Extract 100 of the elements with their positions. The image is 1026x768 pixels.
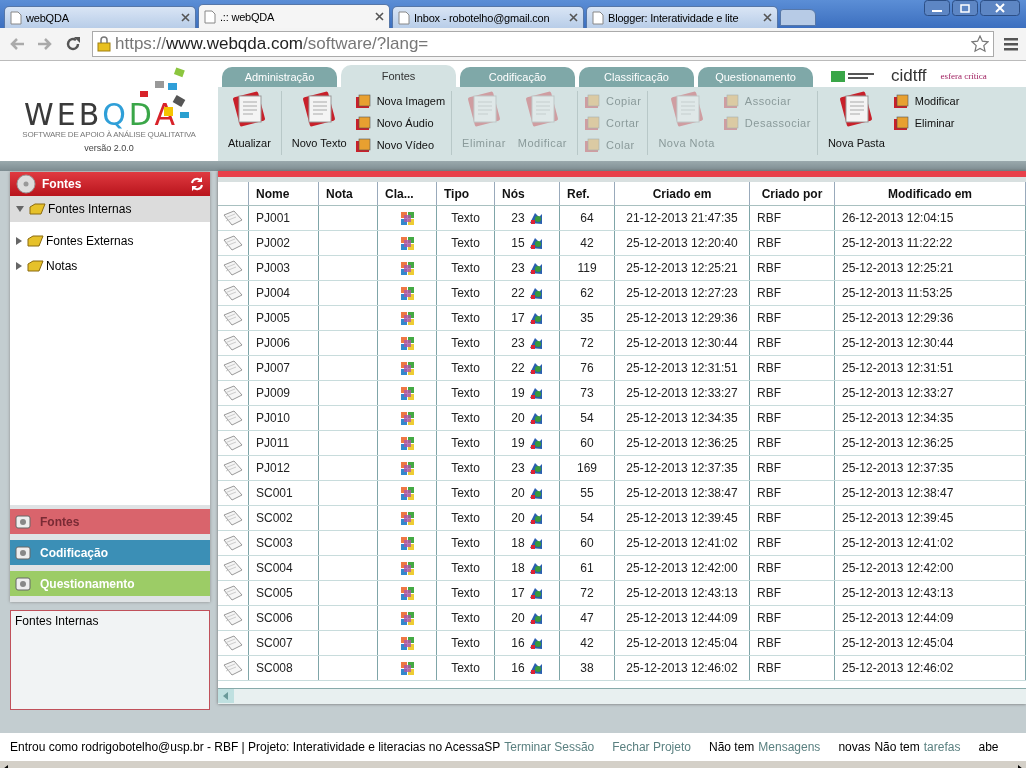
blocks-icon[interactable] [399,435,415,451]
table-cell: 35 [560,306,615,330]
nodes-icon[interactable] [528,211,543,225]
nodes-icon[interactable] [528,286,543,300]
status-link[interactable]: Terminar Sessão [504,740,595,754]
nodes-icon[interactable] [528,261,543,275]
tree-item[interactable]: Notas [10,253,210,278]
blocks-icon[interactable] [399,560,415,576]
table-cell: 20 [511,411,525,425]
nodes-icon[interactable] [528,511,543,525]
address-field[interactable]: https://www.webqda.com/software/?lang= [92,31,994,57]
table-cell: RBF [750,506,835,530]
nodes-icon[interactable] [528,536,543,550]
tree-item[interactable]: Fontes Externas [10,228,210,253]
nodes-icon[interactable] [528,661,543,675]
blocks-icon[interactable] [399,660,415,676]
column-header[interactable]: Criado em [615,182,750,205]
toolbar-button[interactable]: Atualizar [224,91,275,149]
nodes-icon[interactable] [528,361,543,375]
nodes-icon[interactable] [528,336,543,350]
toolbar-button[interactable]: Nova Imagem [354,91,446,111]
reload-icon[interactable] [64,35,82,53]
column-header[interactable]: Tipo [437,182,495,205]
nodes-icon[interactable] [528,411,543,425]
close-icon[interactable] [375,12,384,21]
nodes-icon[interactable] [528,236,543,250]
table-cell: RBF [750,606,835,630]
toolbar-button[interactable]: Nova Pasta [823,91,889,149]
minimize-icon[interactable] [924,0,950,16]
document-icon [222,234,244,252]
nodes-icon[interactable] [528,636,543,650]
logo-subtitle: SOFTWARE DE APOIO À ANÁLISE QUALITATIVA [22,130,196,139]
menu-icon[interactable] [1004,37,1018,51]
column-header[interactable]: Nome [249,182,319,205]
table-cell: 64 [560,206,615,230]
nodes-icon[interactable] [528,311,543,325]
status-link[interactable]: Mensagens [758,740,821,754]
blocks-icon[interactable] [399,585,415,601]
toolbar-button[interactable]: Novo Vídeo [354,135,446,155]
table-cell: RBF [750,356,835,380]
table-cell: 17 [511,311,525,325]
toolbar-button[interactable]: Novo Texto [287,91,351,149]
table-cell: 19 [511,436,525,450]
nodes-icon[interactable] [528,486,543,500]
blocks-icon[interactable] [399,535,415,551]
tree-item[interactable]: Fontes Internas [10,196,210,222]
toolbar-button[interactable]: Novo Áudio [354,113,446,133]
column-header[interactable]: Modificado em [835,182,1026,205]
nodes-icon[interactable] [528,611,543,625]
blocks-icon[interactable] [399,410,415,426]
status-link[interactable]: Fechar Projeto [612,740,691,754]
blocks-icon[interactable] [399,235,415,251]
column-header[interactable]: Ref. [560,182,615,205]
table-cell: SC006 [249,606,319,630]
table-cell: 119 [560,256,615,280]
table-cell: Texto [437,431,495,455]
restore-icon[interactable] [952,0,978,16]
blocks-icon[interactable] [399,610,415,626]
blocks-icon[interactable] [399,335,415,351]
blocks-icon[interactable] [399,285,415,301]
ribbon-tab[interactable]: Fontes [341,65,456,87]
refresh-icon[interactable] [190,177,204,191]
table-cell: 26-12-2013 12:04:15 [835,206,1026,230]
column-header[interactable]: Cla... [378,182,437,205]
toolbar-button[interactable]: Eliminar [892,113,960,133]
nodes-icon[interactable] [528,386,543,400]
blocks-icon[interactable] [399,310,415,326]
accordion-header[interactable]: Codificação [10,540,210,565]
star-icon[interactable] [971,35,989,53]
table-cell: 25-12-2013 12:43:13 [835,581,1026,605]
table-cell: RBF [750,581,835,605]
close-icon[interactable] [569,13,578,22]
status-link[interactable]: tarefas [923,740,961,754]
blocks-icon[interactable] [399,510,415,526]
nodes-icon[interactable] [528,586,543,600]
browser-tab[interactable]: Inbox - robotelho@gmail.con [392,6,584,28]
close-icon[interactable] [181,13,190,22]
nodes-icon[interactable] [528,436,543,450]
horizontal-scrollbar[interactable] [218,688,1026,704]
column-header[interactable]: Nós [495,182,560,205]
blocks-icon[interactable] [399,210,415,226]
blocks-icon[interactable] [399,360,415,376]
close-icon[interactable] [763,13,772,22]
blocks-icon[interactable] [399,635,415,651]
toolbar-button[interactable]: Modificar [892,91,960,111]
blocks-icon[interactable] [399,385,415,401]
table-cell: 60 [560,431,615,455]
nodes-icon[interactable] [528,561,543,575]
column-header[interactable]: Nota [319,182,378,205]
column-header[interactable]: Criado por [750,182,835,205]
blocks-icon[interactable] [399,460,415,476]
table-cell: 62 [560,281,615,305]
browser-tab[interactable]: .:: webQDA [198,4,390,28]
nodes-icon[interactable] [528,461,543,475]
close-icon[interactable] [980,0,1020,16]
blocks-icon[interactable] [399,485,415,501]
browser-tab[interactable]: webQDA [4,6,196,28]
blocks-icon[interactable] [399,260,415,276]
new-tab-button[interactable] [780,9,816,26]
browser-tab[interactable]: Blogger: Interatividade e lite [586,6,778,28]
